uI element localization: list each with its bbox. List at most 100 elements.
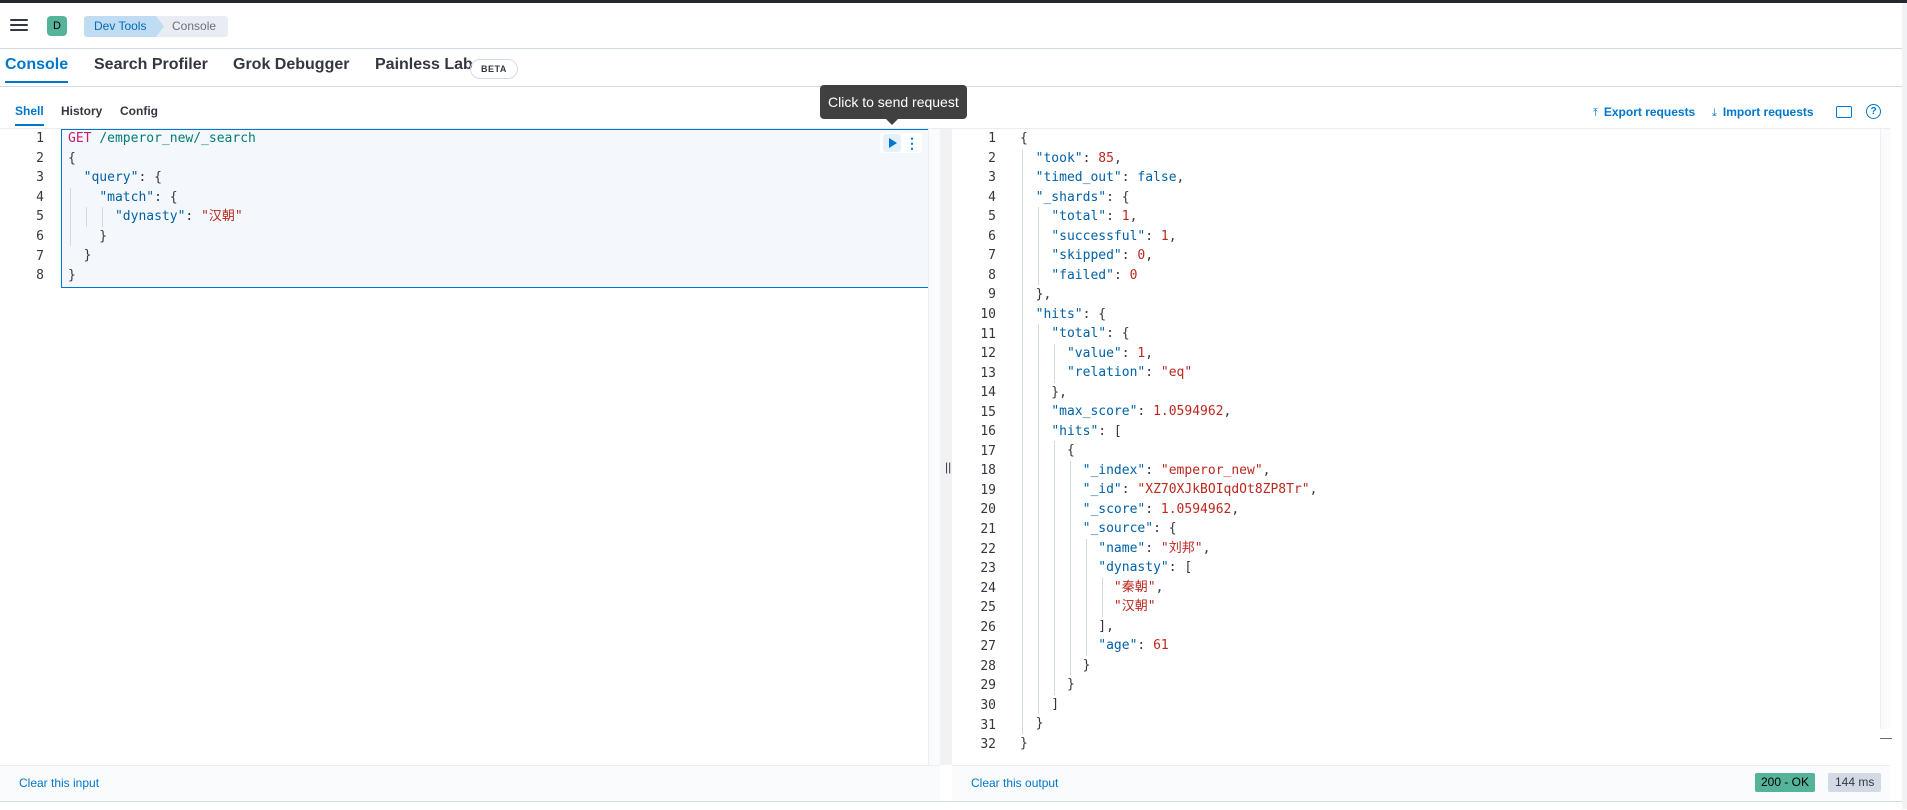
hit-score-value: 1.0594962: [1160, 502, 1232, 517]
beta-badge: BETA: [470, 59, 518, 79]
subtab-history[interactable]: History: [61, 104, 102, 124]
indent-guide: [1070, 461, 1071, 675]
response-line-number: 28: [980, 658, 996, 674]
request-line-5: "dynasty": "汉朝": [114, 209, 243, 224]
request-line-6: }: [68, 229, 108, 244]
response-line: "_shards": {: [1035, 190, 1130, 205]
response-line-number: 1: [988, 131, 996, 146]
tab-painless-lab[interactable]: Painless Lab: [375, 56, 473, 81]
app-header: D Dev Tools Console: [0, 3, 1902, 49]
source-dynasty-1: "秦朝": [1113, 580, 1156, 595]
request-line-number: 4: [36, 189, 44, 205]
response-line-number: 2: [988, 150, 996, 166]
response-line: "skipped": 0,: [1051, 248, 1154, 263]
response-footer: Clear this output: [952, 765, 1890, 802]
tab-search-profiler[interactable]: Search Profiler: [94, 56, 208, 81]
response-line: "max_score": 1.0594962,: [1051, 404, 1232, 419]
tab-console[interactable]: Console: [5, 56, 69, 83]
indent-guide: [102, 207, 103, 227]
query-key: "query": [83, 170, 139, 185]
panel-divider[interactable]: [940, 129, 952, 765]
request-line-8: }: [68, 268, 76, 283]
response-line: "took": 85,: [1035, 151, 1122, 166]
send-request-play-icon[interactable]: [883, 134, 901, 152]
response-line-number: 3: [988, 170, 996, 186]
request-actions: ⋮: [880, 133, 922, 153]
indent-guide: [70, 188, 71, 246]
indent-guide: [1086, 539, 1087, 656]
response-line-number: 14: [980, 385, 996, 401]
response-line: "relation": "eq": [1066, 365, 1193, 380]
response-line: "_score": 1.0594962,: [1082, 502, 1240, 517]
more-actions-icon[interactable]: ⋮: [905, 134, 919, 152]
status-badge: 200 - OK: [1755, 773, 1816, 792]
response-line: }: [1020, 677, 1075, 692]
response-scrollbar[interactable]: [1880, 129, 1891, 729]
indent-guide: [1054, 344, 1055, 383]
request-line-number: 7: [36, 248, 44, 264]
indent-guide: [1038, 324, 1039, 714]
response-line-number: 31: [980, 717, 996, 733]
export-label: Export requests: [1603, 105, 1696, 119]
clear-input-link[interactable]: Clear this input: [19, 776, 99, 790]
request-line-number: 2: [36, 150, 44, 166]
response-line-number: 21: [980, 522, 996, 537]
response-line-number: 19: [980, 482, 996, 498]
shards-successful-value: 1: [1160, 229, 1169, 244]
response-line: ]: [1020, 697, 1060, 712]
help-icon[interactable]: ?: [1866, 104, 1881, 119]
breadcrumb-console: Console: [156, 16, 229, 37]
tab-grok-debugger[interactable]: Grok Debugger: [233, 56, 349, 81]
response-line: "_id": "XZ70XJkBOIqdOt8ZP8Tr",: [1082, 482, 1318, 497]
shards-failed-value: 0: [1129, 268, 1138, 283]
response-line: "dynasty": [: [1098, 560, 1193, 575]
response-line-number: 6: [988, 228, 996, 244]
response-line-number: 32: [980, 737, 996, 753]
breadcrumb-dev-tools[interactable]: Dev Tools: [84, 16, 166, 37]
upload-icon: ⤒: [1593, 107, 1598, 119]
subtab-config[interactable]: Config: [120, 104, 158, 124]
request-line-2: {: [68, 151, 76, 166]
response-line: "age": 61: [1098, 638, 1169, 653]
resize-handle-icon[interactable]: ||: [945, 460, 951, 474]
response-line-number: 9: [988, 287, 996, 303]
response-line: "value": 1,: [1066, 346, 1154, 361]
response-line-number: 16: [980, 424, 996, 440]
response-line-number: 25: [980, 600, 996, 616]
response-line-number: 23: [980, 561, 996, 577]
response-line: ],: [1020, 619, 1114, 634]
response-line: {: [1020, 131, 1028, 146]
response-line-number: 5: [988, 209, 996, 225]
import-requests-button[interactable]: ⤓ Import requests: [1712, 105, 1814, 120]
response-line-number: 12: [980, 346, 996, 362]
hamburger-menu-icon[interactable]: [10, 16, 28, 34]
response-line: "total": {: [1051, 326, 1130, 341]
request-line-number: 8: [36, 268, 44, 284]
keyboard-shortcuts-icon[interactable]: [1836, 106, 1852, 118]
indent-guide: [1054, 441, 1055, 695]
response-line: "hits": {: [1035, 307, 1107, 322]
clear-output-link[interactable]: Clear this output: [971, 776, 1058, 790]
response-time-badge: 144 ms: [1828, 773, 1882, 792]
hit-index-value: "emperor_new": [1160, 463, 1263, 478]
subtab-shell[interactable]: Shell: [15, 104, 44, 126]
request-line-7: }: [68, 248, 92, 263]
export-requests-button[interactable]: ⤒ Export requests: [1593, 105, 1695, 120]
space-avatar[interactable]: D: [47, 16, 67, 36]
response-line-number: 20: [980, 502, 996, 518]
request-line-4: "match": {: [99, 190, 178, 205]
response-line-number: 7: [988, 248, 996, 264]
response-line-number: 30: [980, 697, 996, 713]
response-line: "name": "刘邦",: [1098, 541, 1211, 556]
response-line-number: 18: [980, 463, 996, 479]
request-footer: Clear this input: [0, 765, 940, 802]
response-line-number: 26: [980, 619, 996, 635]
response-line: "_index": "emperor_new",: [1082, 463, 1271, 478]
scrollbar-marker: [1880, 738, 1892, 739]
source-age-value: 61: [1153, 638, 1169, 653]
dynasty-key: "dynasty": [114, 209, 186, 224]
response-line-number: 17: [980, 443, 996, 459]
hits-total-relation: "eq": [1160, 365, 1193, 380]
request-line-number: 5: [36, 209, 44, 225]
match-key: "match": [99, 190, 155, 205]
